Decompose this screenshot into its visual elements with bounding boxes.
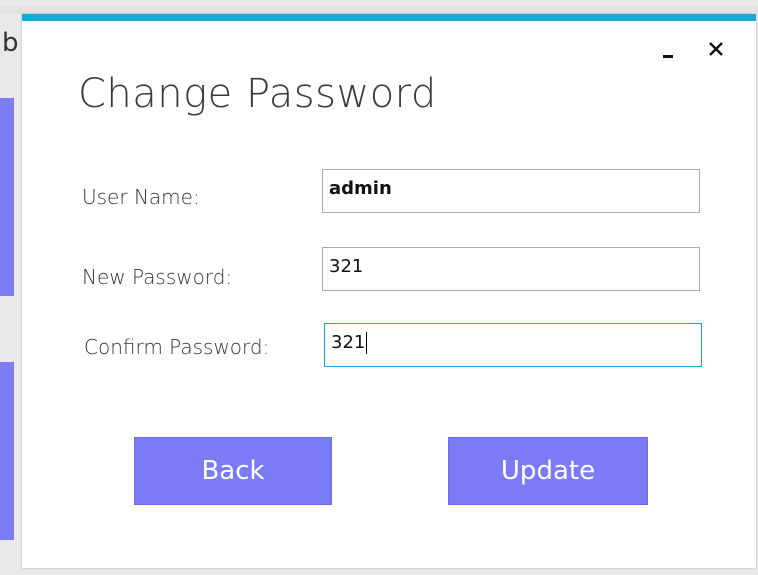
back-button[interactable]: Back xyxy=(134,437,332,505)
background-partial-text: b xyxy=(2,28,19,58)
close-button[interactable] xyxy=(702,35,730,63)
new-password-field[interactable]: 321 xyxy=(322,247,700,291)
user-name-field[interactable]: admin xyxy=(322,169,700,213)
background-panel-lower xyxy=(0,362,14,540)
minimize-button[interactable] xyxy=(654,35,682,63)
confirm-password-value: 321 xyxy=(331,332,366,353)
update-button-label: Update xyxy=(500,456,596,486)
user-name-label: User Name: xyxy=(82,185,200,209)
new-password-value: 321 xyxy=(329,256,364,277)
text-caret xyxy=(366,332,368,354)
change-password-dialog: Change Password User Name: admin New Pas… xyxy=(22,14,756,568)
new-password-label: New Password: xyxy=(82,265,233,289)
minimize-icon xyxy=(663,54,673,58)
back-button-label: Back xyxy=(201,456,265,486)
close-icon xyxy=(709,42,723,56)
confirm-password-field[interactable]: 321 xyxy=(324,323,702,367)
confirm-password-label: Confirm Password: xyxy=(84,335,270,359)
update-button[interactable]: Update xyxy=(448,437,648,505)
background-panel-upper xyxy=(0,98,14,296)
background-title-strip xyxy=(0,6,758,14)
user-name-value: admin xyxy=(329,178,392,199)
page-title: Change Password xyxy=(78,71,437,117)
